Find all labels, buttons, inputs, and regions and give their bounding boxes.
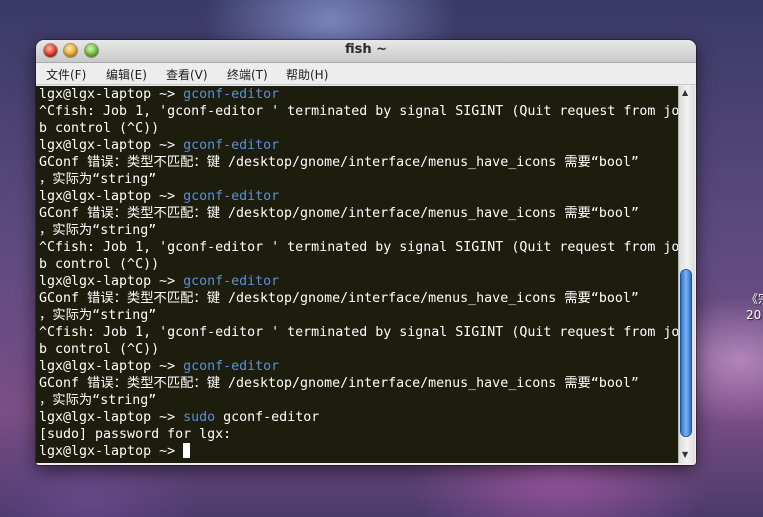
terminal-output-line: ，实际为“string” — [39, 223, 157, 238]
terminal-prompt-line: lgx@lgx-laptop ~> — [39, 443, 191, 460]
command-text: gconf-editor — [183, 359, 280, 374]
terminal-output-line: ，实际为“string” — [39, 393, 157, 408]
terminal-window: fish ~ 文件(F) 编辑(E) 查看(V) 终端(T) 帮助(H) lgx… — [36, 40, 696, 465]
terminal-output-line: [sudo] password for lgx: — [39, 427, 232, 442]
command-text: gconf-editor — [183, 87, 280, 102]
terminal-output-line: ，实际为“string” — [39, 172, 157, 187]
terminal-output-line: GConf 错误：类型不匹配：键 /desktop/gnome/interfac… — [39, 155, 639, 170]
menu-help[interactable]: 帮助(H) — [286, 66, 328, 83]
terminal-output-line: GConf 错误：类型不匹配：键 /desktop/gnome/interfac… — [39, 376, 639, 391]
menu-bar: 文件(F) 编辑(E) 查看(V) 终端(T) 帮助(H) — [36, 63, 696, 85]
terminal-prompt-line: lgx@lgx-laptop ~> gconf-editor — [39, 358, 279, 375]
terminal-output[interactable]: lgx@lgx-laptop ~> gconf-editor ^Cfish: Jo… — [36, 86, 678, 463]
menu-edit[interactable]: 编辑(E) — [106, 66, 147, 83]
terminal-output-line: ^Cfish: Job 1, 'gconf-editor ' terminate… — [39, 240, 678, 255]
terminal-output-line: b control (^C)) — [39, 342, 160, 357]
prompt-text: lgx@lgx-laptop ~> — [39, 138, 184, 153]
scroll-down-arrow-icon[interactable]: ▼ — [682, 450, 688, 459]
menu-view[interactable]: 查看(V) — [166, 66, 208, 83]
terminal-output-line: b control (^C)) — [39, 257, 160, 272]
terminal-output-line: ，实际为“string” — [39, 308, 157, 323]
prompt-text: lgx@lgx-laptop ~> — [39, 359, 184, 374]
prompt-text: lgx@lgx-laptop ~> — [39, 189, 184, 204]
terminal-output-line: ^Cfish: Job 1, 'gconf-editor ' terminate… — [39, 104, 678, 119]
menu-file[interactable]: 文件(F) — [46, 66, 86, 83]
prompt-text: lgx@lgx-laptop ~> — [39, 274, 184, 289]
terminal-prompt-line: lgx@lgx-laptop ~> sudo gconf-editor — [39, 409, 319, 426]
command-text: gconf-editor — [183, 189, 280, 204]
terminal-prompt-line: lgx@lgx-laptop ~> gconf-editor — [39, 86, 279, 103]
terminal-output-line: GConf 错误：类型不匹配：键 /desktop/gnome/interfac… — [39, 291, 639, 306]
scroll-up-arrow-icon[interactable]: ▲ — [682, 88, 688, 97]
terminal-output-line: b control (^C)) — [39, 121, 160, 136]
desktop-icon-label[interactable]: 《宗 20 — [746, 291, 763, 323]
prompt-text: lgx@lgx-laptop ~> — [39, 444, 184, 459]
prompt-text: lgx@lgx-laptop ~> — [39, 410, 184, 425]
prompt-text: lgx@lgx-laptop ~> — [39, 87, 184, 102]
terminal-prompt-line: lgx@lgx-laptop ~> gconf-editor — [39, 188, 279, 205]
terminal-prompt-line: lgx@lgx-laptop ~> gconf-editor — [39, 273, 279, 290]
terminal-output-line: ^Cfish: Job 1, 'gconf-editor ' terminate… — [39, 325, 678, 340]
terminal-prompt-line: lgx@lgx-laptop ~> gconf-editor — [39, 137, 279, 154]
scrollbar-thumb[interactable] — [681, 270, 691, 436]
title-bar[interactable]: fish ~ — [36, 40, 696, 63]
command-text: gconf-editor — [183, 138, 280, 153]
text-cursor — [183, 443, 191, 458]
window-title: fish ~ — [344, 42, 388, 57]
terminal-output-line: GConf 错误：类型不匹配：键 /desktop/gnome/interfac… — [39, 206, 639, 221]
command-text: gconf-editor — [183, 274, 280, 289]
menu-terminal[interactable]: 终端(T) — [227, 66, 268, 83]
vertical-scrollbar[interactable]: ▲ ▼ — [678, 86, 695, 463]
command-argument: gconf-editor — [215, 410, 320, 425]
command-keyword: sudo — [183, 410, 216, 425]
